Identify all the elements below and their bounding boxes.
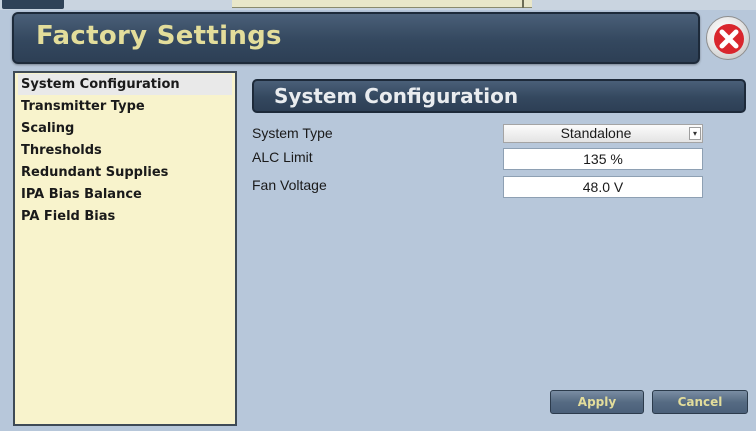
fan-voltage-label: Fan Voltage xyxy=(252,177,327,193)
dropdown-arrow-icon[interactable]: ▾ xyxy=(689,127,701,140)
window-title-bar: Factory Settings xyxy=(12,12,700,64)
alc-limit-field[interactable]: 135 % xyxy=(503,148,703,170)
alc-limit-label: ALC Limit xyxy=(252,149,313,165)
sidebar-item-thresholds[interactable]: Thresholds xyxy=(18,140,232,161)
system-type-select[interactable]: Standalone ▾ xyxy=(503,124,703,143)
window-title: Factory Settings xyxy=(36,21,282,51)
section-title: System Configuration xyxy=(274,84,519,108)
sidebar-item-redundant-supplies[interactable]: Redundant Supplies xyxy=(18,162,232,183)
sidebar-item-pa-field-bias[interactable]: PA Field Bias xyxy=(18,206,232,227)
sidebar-item-scaling[interactable]: Scaling xyxy=(18,118,232,139)
sidebar-item-system-configuration[interactable]: System Configuration xyxy=(18,74,232,95)
close-x-icon xyxy=(714,24,744,54)
fan-voltage-field[interactable]: 48.0 V xyxy=(503,176,703,198)
apply-button[interactable]: Apply xyxy=(550,390,644,414)
system-type-value: Standalone xyxy=(560,125,632,141)
cancel-button[interactable]: Cancel xyxy=(652,390,748,414)
top-status-bar xyxy=(232,0,532,8)
sidebar-item-transmitter-type[interactable]: Transmitter Type xyxy=(18,96,232,117)
close-button[interactable] xyxy=(706,16,750,60)
section-header: System Configuration xyxy=(252,79,746,113)
system-type-label: System Type xyxy=(252,125,333,141)
sidebar-item-ipa-bias-balance[interactable]: IPA Bias Balance xyxy=(18,184,232,205)
settings-category-list: System Configuration Transmitter Type Sc… xyxy=(13,71,237,426)
top-bar-tick xyxy=(522,0,524,8)
top-tab[interactable] xyxy=(2,0,64,9)
